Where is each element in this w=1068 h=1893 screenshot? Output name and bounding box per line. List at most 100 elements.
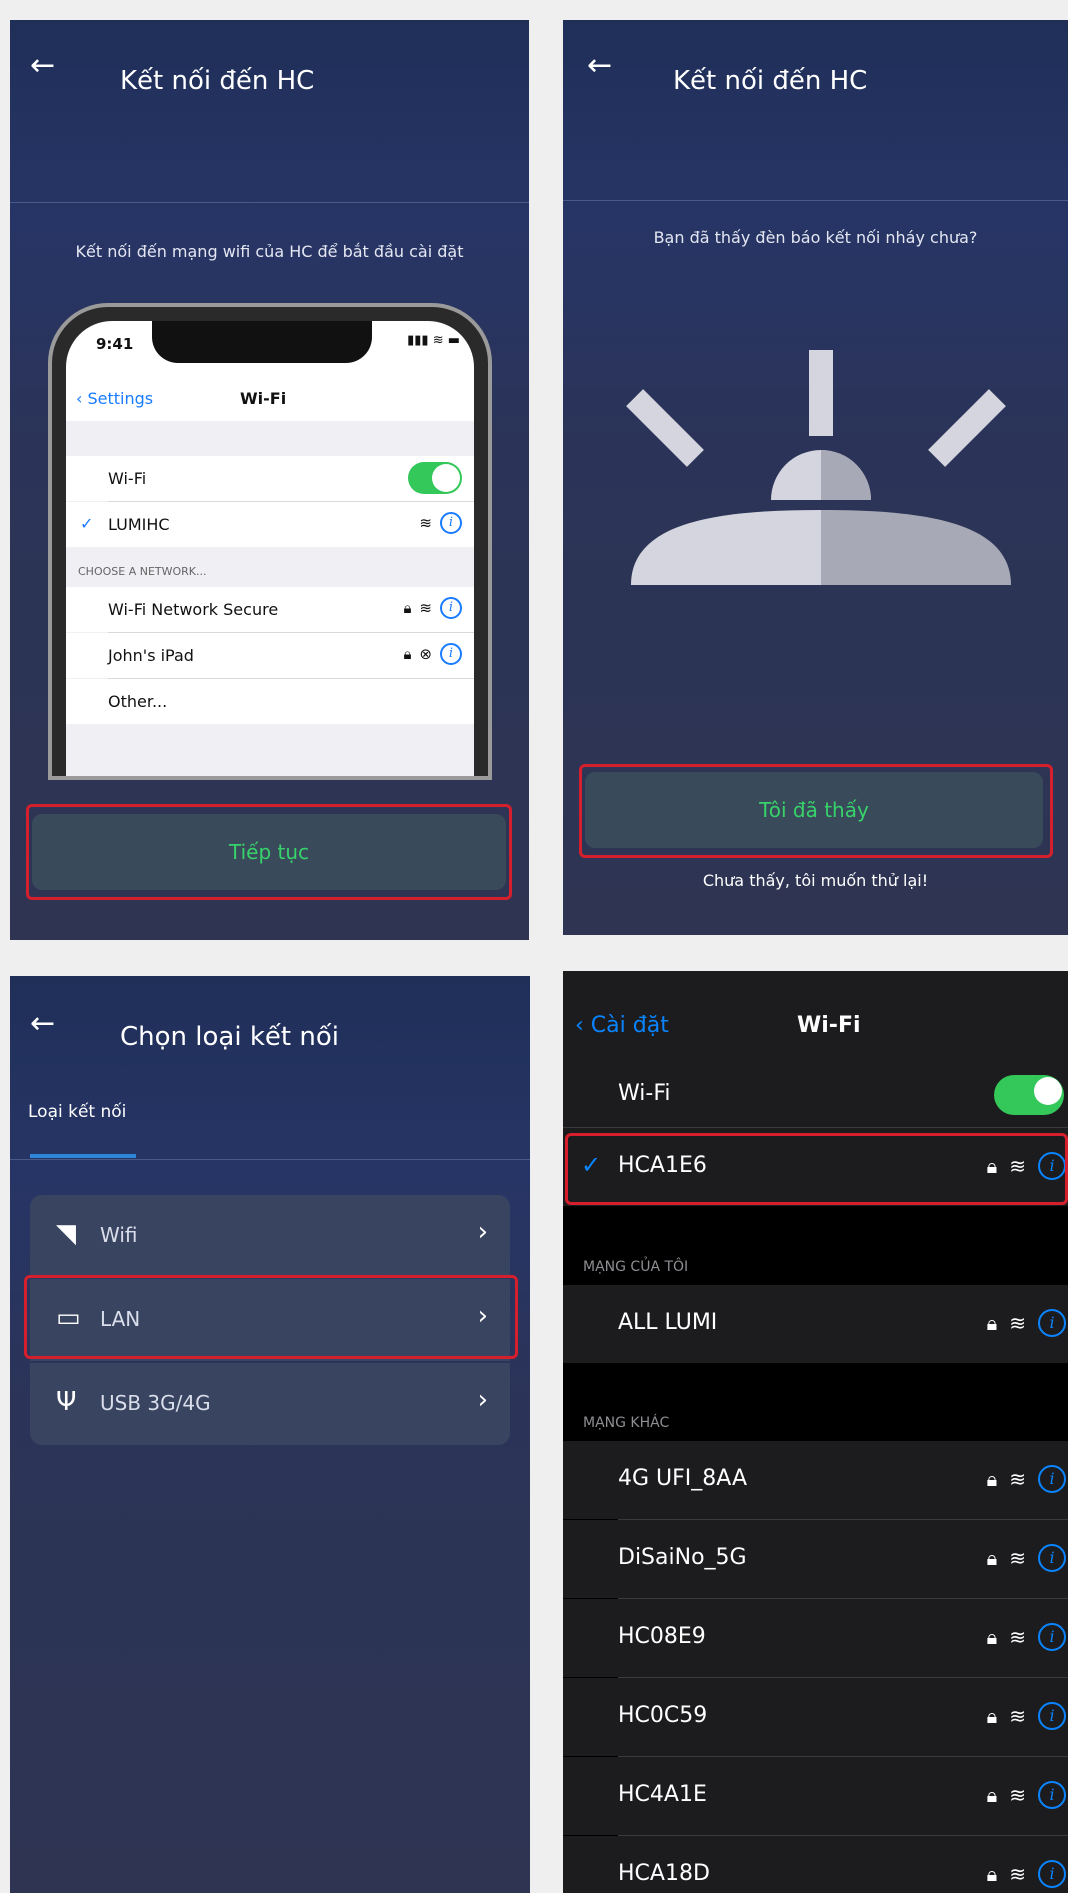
- back-arrow-icon[interactable]: ←: [587, 48, 612, 83]
- hotspot-icon: ⊗: [419, 645, 432, 663]
- network-row[interactable]: HC0C59 🔒︎ ≋ i: [563, 1678, 1068, 1756]
- chevron-right-icon: ›: [477, 1217, 488, 1247]
- option-wifi[interactable]: ◥ Wifi ›: [30, 1195, 510, 1277]
- usb-icon: Ψ: [56, 1387, 77, 1417]
- network-icons: 🔒︎ ≋ i: [403, 597, 462, 619]
- wifi-icon: ≋: [1009, 1625, 1026, 1649]
- info-icon[interactable]: i: [440, 512, 462, 534]
- network-name: HC08E9: [618, 1624, 706, 1649]
- wifi-icon: ≋: [1009, 1467, 1026, 1491]
- back-arrow-icon[interactable]: ←: [30, 1006, 55, 1041]
- lock-icon: 🔒︎: [986, 1704, 998, 1728]
- option-usb[interactable]: Ψ USB 3G/4G ›: [30, 1363, 510, 1445]
- check-icon: ✓: [80, 514, 94, 533]
- network-name: LUMIHC: [108, 515, 170, 534]
- network-row[interactable]: John's iPad 🔒︎ ⊗ i: [66, 633, 474, 678]
- wifi-toggle[interactable]: [408, 462, 462, 494]
- back-arrow-icon[interactable]: ←: [30, 48, 55, 83]
- network-name: 4G UFI_8AA: [618, 1466, 747, 1491]
- connected-network-row[interactable]: ✓ LUMIHC ≋ i: [66, 502, 474, 547]
- network-row[interactable]: 4G UFI_8AA 🔒︎ ≋ i: [563, 1441, 1068, 1519]
- network-icons: 🔒︎ ⊗ i: [403, 643, 462, 665]
- info-icon[interactable]: i: [1038, 1309, 1066, 1337]
- network-name: DiSaiNo_5G: [618, 1545, 747, 1570]
- network-row[interactable]: HCA18D 🔒︎ ≋ i: [563, 1836, 1068, 1893]
- network-name: John's iPad: [108, 646, 194, 665]
- network-row[interactable]: HC4A1E 🔒︎ ≋ i: [563, 1757, 1068, 1835]
- network-name: ALL LUMI: [618, 1310, 718, 1335]
- wifi-icon: ≋: [1009, 1862, 1026, 1886]
- wifi-toggle-row: Wi-Fi: [66, 456, 474, 501]
- back-button[interactable]: ‹ Cài đặt: [575, 1013, 669, 1038]
- wifi-icon: ≋: [1009, 1546, 1026, 1570]
- lock-icon: 🔒︎: [986, 1783, 998, 1807]
- network-row[interactable]: ALL LUMI 🔒︎ ≋ i: [563, 1285, 1068, 1363]
- info-icon[interactable]: i: [440, 643, 462, 665]
- phone-title: Wi-Fi: [240, 389, 287, 408]
- network-row[interactable]: HC08E9 🔒︎ ≋ i: [563, 1599, 1068, 1677]
- question-text: Bạn đã thấy đèn báo kết nối nháy chưa?: [653, 228, 978, 247]
- tab-indicator: [30, 1154, 136, 1158]
- wifi-icon: ≋: [1009, 1311, 1026, 1335]
- wifi-icon: ≋: [1009, 1783, 1026, 1807]
- back-label: Cài đặt: [590, 1013, 669, 1038]
- status-time: 9:41: [96, 335, 134, 353]
- info-icon[interactable]: i: [1038, 1702, 1066, 1730]
- highlight-box: [565, 1133, 1068, 1205]
- hub-light-icon: [626, 350, 1011, 585]
- wifi-label: Wi-Fi: [618, 1081, 671, 1106]
- lock-icon: 🔒︎: [986, 1862, 998, 1886]
- network-row-other[interactable]: Other...: [66, 679, 474, 724]
- status-icons: ▮▮▮ ≋ ▬: [407, 333, 460, 348]
- phone-screen: 9:41 ▮▮▮ ≋ ▬ ‹ Settings Wi-Fi Wi-Fi ✓ LU…: [66, 321, 474, 776]
- wifi-icon: ≋: [1009, 1704, 1026, 1728]
- network-icons: 🔒︎ ≋ i: [987, 1544, 1066, 1572]
- retry-link[interactable]: Chưa thấy, tôi muốn thử lại!: [563, 871, 1068, 890]
- lock-icon: 🔒︎: [986, 1625, 998, 1649]
- option-label: USB 3G/4G: [100, 1391, 211, 1415]
- section-label: MẠNG KHÁC: [583, 1415, 670, 1431]
- tab-connection-type[interactable]: Loại kết nối: [28, 1102, 126, 1122]
- network-name: Other...: [108, 692, 168, 711]
- network-icons: ≋ i: [419, 512, 462, 534]
- network-name: Wi-Fi Network Secure: [108, 600, 279, 619]
- info-icon[interactable]: i: [1038, 1781, 1066, 1809]
- page-title: Kết nối đến HC: [120, 66, 315, 96]
- panel-confirm-light: ← Kết nối đến HC Bạn đã thấy đèn báo kết…: [563, 20, 1068, 935]
- info-icon[interactable]: i: [440, 597, 462, 619]
- wifi-toggle-row: Wi-Fi: [563, 1063, 1068, 1127]
- back-button[interactable]: ‹ Settings: [76, 389, 153, 408]
- panel-connection-type: ← Chọn loại kết nối Loại kết nối ◥ Wifi …: [10, 976, 530, 1893]
- network-row[interactable]: Wi-Fi Network Secure 🔒︎ ≋ i: [66, 587, 474, 632]
- lock-icon: 🔒︎: [986, 1311, 998, 1335]
- panel-ios-wifi: ‹ Cài đặt Wi-Fi Wi-Fi ✓ HCA1E6 🔒︎ ≋ i MẠNG…: [563, 971, 1068, 1893]
- divider: [563, 200, 1068, 201]
- section-label: CHOOSE A NETWORK...: [78, 565, 207, 578]
- lock-icon: 🔒︎: [986, 1546, 998, 1570]
- lock-icon: 🔒︎: [403, 599, 412, 617]
- info-icon[interactable]: i: [1038, 1860, 1066, 1888]
- network-icons: 🔒︎ ≋ i: [987, 1781, 1066, 1809]
- option-label: Wifi: [100, 1223, 138, 1247]
- network-name: HC4A1E: [618, 1782, 707, 1807]
- wifi-icon: ≋: [419, 514, 432, 532]
- instruction-text: Kết nối đến mạng wifi của HC để bắt đầu …: [75, 242, 464, 261]
- chevron-right-icon: ›: [477, 1385, 488, 1415]
- back-label: Settings: [87, 389, 154, 408]
- wifi-lock-icon: ◥: [56, 1219, 76, 1249]
- highlight-box: [26, 804, 512, 900]
- network-icons: 🔒︎ ≋ i: [987, 1465, 1066, 1493]
- phone-illustration: 9:41 ▮▮▮ ≋ ▬ ‹ Settings Wi-Fi Wi-Fi ✓ LU…: [48, 303, 492, 780]
- lock-icon: 🔒︎: [986, 1467, 998, 1491]
- info-icon[interactable]: i: [1038, 1623, 1066, 1651]
- info-icon[interactable]: i: [1038, 1465, 1066, 1493]
- section-label: MẠNG CỦA TÔI: [583, 1259, 689, 1275]
- network-icons: 🔒︎ ≋ i: [987, 1860, 1066, 1888]
- page-title: Kết nối đến HC: [673, 66, 868, 96]
- wifi-toggle[interactable]: [994, 1075, 1064, 1115]
- network-row[interactable]: DiSaiNo_5G 🔒︎ ≋ i: [563, 1520, 1068, 1598]
- network-icons: 🔒︎ ≋ i: [987, 1702, 1066, 1730]
- highlight-box: [24, 1275, 518, 1359]
- info-icon[interactable]: i: [1038, 1544, 1066, 1572]
- divider: [10, 1159, 530, 1160]
